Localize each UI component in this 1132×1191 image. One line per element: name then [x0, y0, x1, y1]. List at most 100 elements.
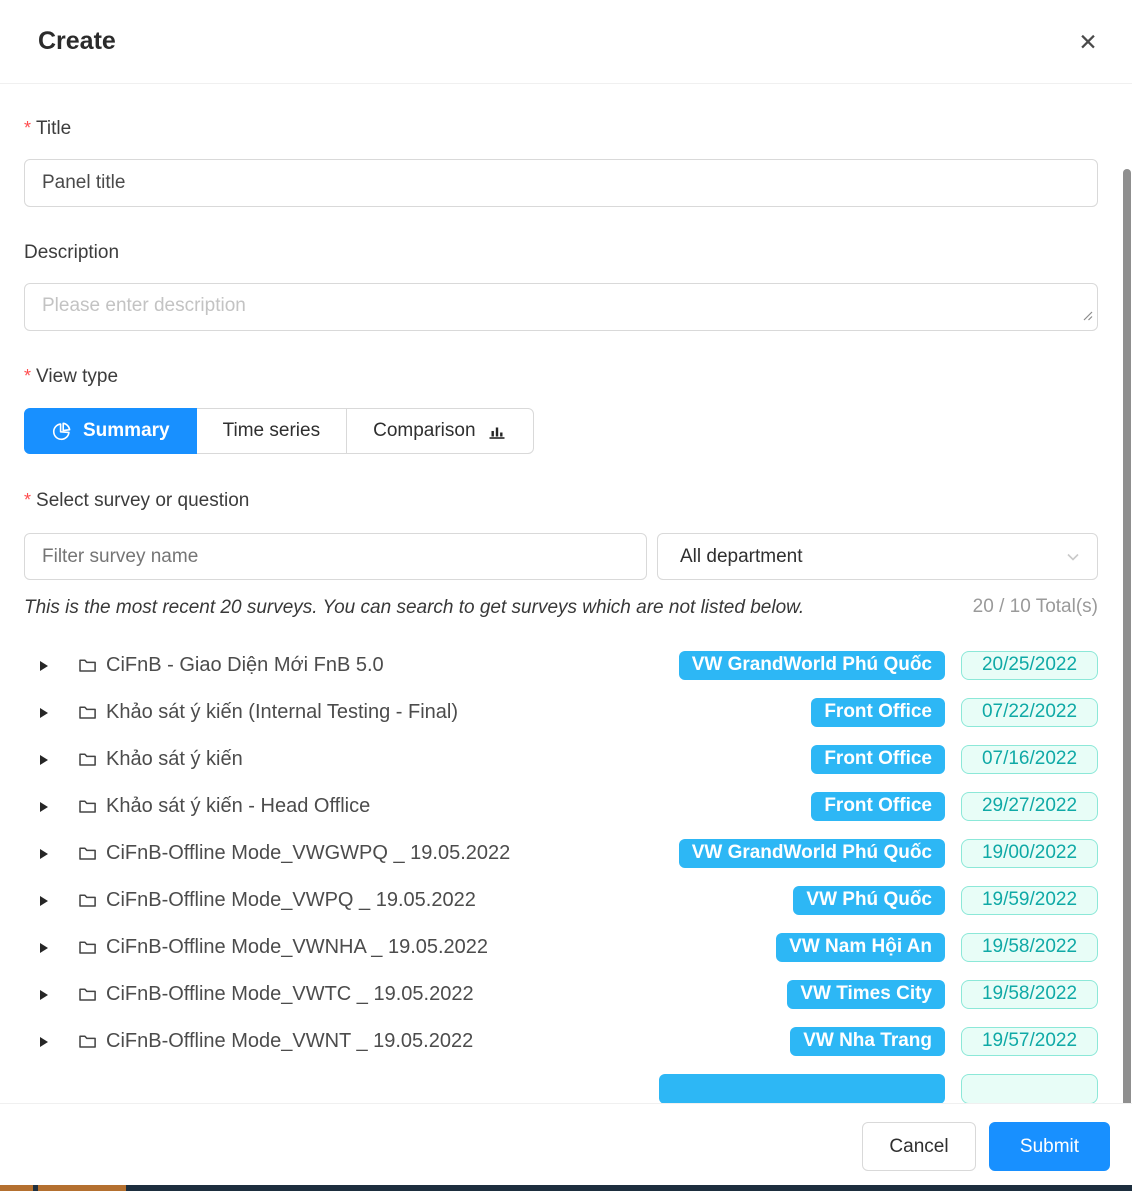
department-badge: VW Times City	[787, 980, 945, 1009]
survey-row: CiFnB-Offline Mode_VWGWPQ _ 19.05.2022VW…	[24, 830, 1098, 877]
expand-caret-icon[interactable]	[40, 849, 48, 859]
survey-total-count: 20 / 10 Total(s)	[973, 593, 1098, 618]
folder-icon	[78, 938, 97, 957]
date-badge: 19/58/2022	[961, 980, 1098, 1009]
description-textarea[interactable]	[24, 283, 1098, 331]
folder-icon	[78, 891, 97, 910]
date-badge: 29/27/2022	[961, 792, 1098, 821]
survey-row: CiFnB-Offline Mode_VWNHA _ 19.05.2022VW …	[24, 924, 1098, 971]
department-badge: VW Phú Quốc	[793, 886, 945, 915]
department-badge: Front Office	[811, 698, 945, 727]
cancel-button[interactable]: Cancel	[862, 1122, 976, 1171]
tab-summary[interactable]: Summary	[24, 408, 197, 454]
survey-name[interactable]: Khảo sát ý kiến	[106, 748, 811, 771]
department-badge: VW GrandWorld Phú Quốc	[679, 839, 945, 868]
modal-body: *Title Description *View type	[0, 84, 1132, 1103]
department-badge: VW GrandWorld Phú Quốc	[679, 651, 945, 680]
select-survey-label: *Select survey or question	[24, 489, 1098, 512]
title-label-text: Title	[36, 118, 71, 139]
expand-caret-icon[interactable]	[40, 990, 48, 1000]
survey-row: CiFnB-Offline Mode_VWPQ _ 19.05.2022VW P…	[24, 877, 1098, 924]
view-type-label: *View type	[24, 365, 1098, 388]
date-badge: 20/25/2022	[961, 651, 1098, 680]
department-badge: VW Nam Hội An	[776, 933, 945, 962]
expand-caret-icon[interactable]	[40, 661, 48, 671]
survey-name[interactable]: CiFnB-Offline Mode_VWPQ _ 19.05.2022	[106, 889, 793, 912]
survey-row: Khảo sát ý kiến - Head OffliceFront Offi…	[24, 783, 1098, 830]
tab-time-series-label: Time series	[223, 420, 320, 442]
tab-summary-label: Summary	[83, 420, 170, 442]
date-badge: 19/59/2022	[961, 886, 1098, 915]
survey-row: CiFnB - Giao Diện Mới FnB 5.0VW GrandWor…	[24, 642, 1098, 689]
modal-footer: Cancel Submit	[0, 1103, 1132, 1185]
date-badge: 19/58/2022	[961, 933, 1098, 962]
background-page-strip	[0, 1185, 1132, 1191]
background-strip-notch	[33, 1185, 38, 1191]
expand-caret-icon[interactable]	[40, 708, 48, 718]
department-select[interactable]: All department	[657, 533, 1098, 580]
modal-title: Create	[38, 27, 116, 56]
required-asterisk: *	[24, 118, 31, 138]
survey-name[interactable]: CiFnB-Offline Mode_VWGWPQ _ 19.05.2022	[106, 842, 679, 865]
scrollbar-track[interactable]	[1123, 169, 1131, 1103]
close-icon[interactable]: ✕	[1074, 28, 1102, 56]
survey-row	[24, 1065, 1098, 1103]
required-asterisk: *	[24, 366, 31, 386]
submit-button[interactable]: Submit	[989, 1122, 1110, 1171]
tab-comparison[interactable]: Comparison	[346, 408, 533, 454]
title-label: *Title	[24, 117, 1098, 140]
bar-chart-icon	[487, 421, 507, 441]
folder-icon	[78, 797, 97, 816]
survey-row: Khảo sát ý kiếnFront Office 07/16/2022	[24, 736, 1098, 783]
department-select-value: All department	[680, 546, 803, 568]
survey-row: Khảo sát ý kiến (Internal Testing - Fina…	[24, 689, 1098, 736]
folder-icon	[78, 985, 97, 1004]
survey-list: CiFnB - Giao Diện Mới FnB 5.0VW GrandWor…	[24, 642, 1098, 1103]
note-row: This is the most recent 20 surveys. You …	[24, 593, 1098, 622]
department-badge: Front Office	[811, 792, 945, 821]
note-text: This is the most recent 20 surveys. You …	[24, 593, 804, 622]
tab-comparison-label: Comparison	[373, 420, 475, 442]
view-type-label-text: View type	[36, 366, 118, 387]
survey-name[interactable]: CiFnB - Giao Diện Mới FnB 5.0	[106, 654, 679, 677]
expand-caret-icon[interactable]	[40, 896, 48, 906]
survey-name[interactable]: Khảo sát ý kiến (Internal Testing - Fina…	[106, 701, 811, 724]
date-badge: 19/00/2022	[961, 839, 1098, 868]
folder-icon	[78, 703, 97, 722]
survey-row: CiFnB-Offline Mode_VWTC _ 19.05.2022VW T…	[24, 971, 1098, 1018]
expand-caret-icon[interactable]	[40, 755, 48, 765]
folder-icon	[78, 656, 97, 675]
modal-header: Create ✕	[0, 0, 1132, 84]
department-badge: VW Nha Trang	[790, 1027, 945, 1056]
expand-caret-icon[interactable]	[40, 943, 48, 953]
survey-row: CiFnB-Offline Mode_VWNT _ 19.05.2022VW N…	[24, 1018, 1098, 1065]
title-input[interactable]	[24, 159, 1098, 207]
filter-survey-input[interactable]	[24, 533, 647, 580]
select-survey-label-text: Select survey or question	[36, 490, 249, 511]
pie-chart-icon	[51, 421, 72, 442]
tab-time-series[interactable]: Time series	[196, 408, 347, 454]
filter-row: All department	[24, 533, 1098, 580]
folder-icon	[78, 844, 97, 863]
folder-icon	[78, 1032, 97, 1051]
survey-name[interactable]: CiFnB-Offline Mode_VWNHA _ 19.05.2022	[106, 936, 776, 959]
description-label: Description	[24, 242, 1098, 264]
expand-caret-icon[interactable]	[40, 802, 48, 812]
department-badge: Front Office	[811, 745, 945, 774]
expand-caret-icon[interactable]	[40, 1037, 48, 1047]
date-badge: 07/22/2022	[961, 698, 1098, 727]
date-badge: 07/16/2022	[961, 745, 1098, 774]
create-modal: Create ✕ *Title Description *View type	[0, 0, 1132, 1191]
date-badge: 19/57/2022	[961, 1027, 1098, 1056]
department-badge	[659, 1074, 945, 1104]
date-badge	[961, 1074, 1098, 1104]
survey-name[interactable]: Khảo sát ý kiến - Head Offlice	[106, 795, 811, 818]
scrollbar-thumb[interactable]	[1123, 169, 1131, 1103]
view-type-tab-group: Summary Time series Comparison	[24, 408, 534, 454]
required-asterisk: *	[24, 490, 31, 510]
survey-name[interactable]: CiFnB-Offline Mode_VWNT _ 19.05.2022	[106, 1030, 790, 1053]
folder-icon	[78, 750, 97, 769]
survey-name[interactable]: CiFnB-Offline Mode_VWTC _ 19.05.2022	[106, 983, 787, 1006]
background-strip-orange	[0, 1185, 126, 1191]
chevron-down-icon	[1065, 549, 1081, 565]
